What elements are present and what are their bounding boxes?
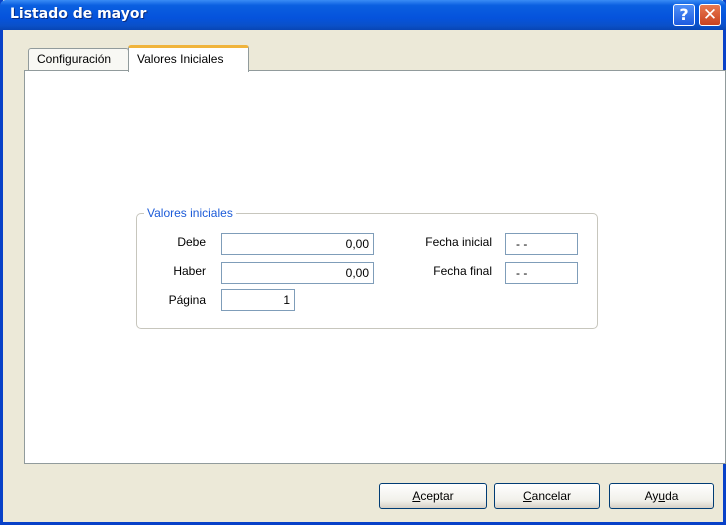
ayuda-button[interactable]: Ayuda xyxy=(609,483,714,509)
help-icon[interactable]: ? xyxy=(673,4,695,26)
debe-input[interactable]: 0,00 xyxy=(221,233,374,255)
tab-valores-iniciales-label: Valores Iniciales xyxy=(137,52,224,66)
cancelar-label-post: ancelar xyxy=(531,489,572,503)
ayuda-label-pre: Ay xyxy=(644,489,659,503)
pagina-label: Página xyxy=(168,293,206,307)
fecha-inicial-input[interactable]: - - xyxy=(505,233,578,255)
aceptar-button[interactable]: Aceptar xyxy=(379,483,487,509)
groupbox-title: Valores iniciales xyxy=(144,206,236,220)
close-icon[interactable]: ✕ xyxy=(699,4,721,26)
pagina-input[interactable]: 1 xyxy=(221,289,295,311)
cancelar-button[interactable]: Cancelar xyxy=(494,483,600,509)
fecha-inicial-label: Fecha inicial xyxy=(425,235,492,249)
title-bar[interactable]: Listado de mayor ? ✕ xyxy=(0,0,726,30)
ayuda-label-post: da xyxy=(665,489,679,503)
cancelar-mnemonic: C xyxy=(522,489,532,503)
fecha-final-label: Fecha final xyxy=(433,264,492,278)
haber-label: Haber xyxy=(173,264,206,278)
haber-input[interactable]: 0,00 xyxy=(221,262,374,284)
window-title: Listado de mayor xyxy=(10,6,147,22)
aceptar-label-post: ceptar xyxy=(420,489,454,503)
tab-configuracion-label: Configuración xyxy=(37,52,112,66)
tab-configuracion[interactable]: Configuración xyxy=(28,48,129,70)
debe-label: Debe xyxy=(177,235,206,249)
fecha-final-input[interactable]: - - xyxy=(505,262,578,284)
tab-valores-iniciales[interactable]: Valores Iniciales xyxy=(128,45,249,72)
